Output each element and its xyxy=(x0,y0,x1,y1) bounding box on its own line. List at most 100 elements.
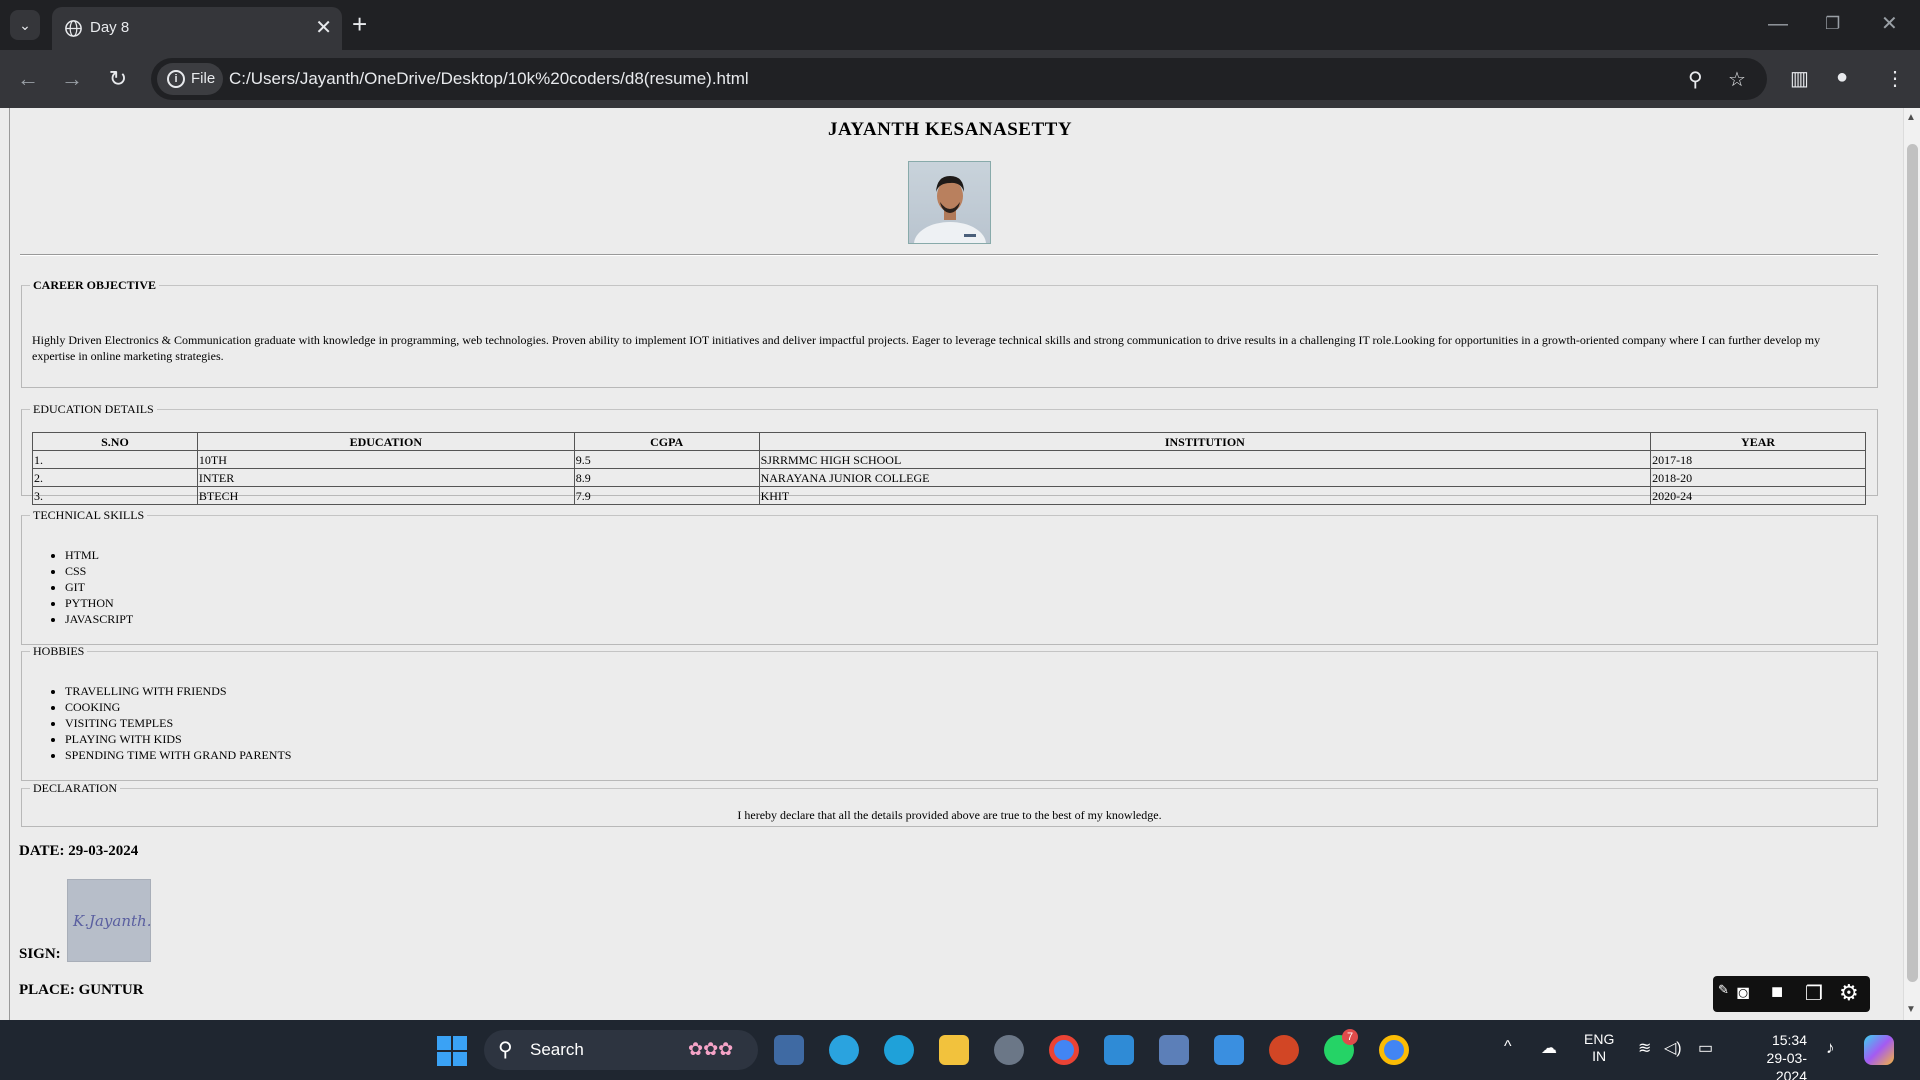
page-viewport: JAYANTH KESANASETTY CAREER OBJECTIVE Hig… xyxy=(0,108,1920,1020)
info-icon: i xyxy=(167,70,185,88)
table-cell: 2. xyxy=(32,468,198,487)
education-header-row: S.NO EDUCATION CGPA INSTITUTION YEAR xyxy=(32,432,1866,451)
star-icon[interactable]: ☆ xyxy=(1728,67,1746,92)
scroll-thumb[interactable] xyxy=(1907,144,1918,982)
page-scrollbar[interactable]: ▲ ▼ xyxy=(1903,108,1920,1020)
windows-taskbar: ⚲ Search ✿✿✿ 7 ^ ☁ ENG IN ≋ ◁) ▭ 15:34 2… xyxy=(0,1020,1920,1080)
scroll-up-icon[interactable]: ▲ xyxy=(1906,112,1916,123)
tray-chevron-icon[interactable]: ^ xyxy=(1504,1038,1512,1056)
column-header: INSTITUTION xyxy=(758,432,1652,451)
table-cell: 2020-24 xyxy=(1650,486,1866,505)
table-cell: 8.9 xyxy=(573,468,760,487)
settings-gear-icon[interactable]: ⚙ xyxy=(1839,980,1859,1006)
table-cell: 2017-18 xyxy=(1650,450,1866,469)
vscode-icon[interactable] xyxy=(1104,1035,1134,1065)
snipping-tool-icon[interactable] xyxy=(774,1035,804,1065)
table-cell: NARAYANA JUNIOR COLLEGE xyxy=(758,468,1652,487)
technical-skills-section: TECHNICAL SKILLS HTML CSS GIT PYTHON JAV… xyxy=(21,508,1878,645)
url-text[interactable]: C:/Users/Jayanth/OneDrive/Desktop/10k%20… xyxy=(229,69,749,89)
browser-tab-bar: ⌄ Day 8 ✕ + — ❐ ✕ xyxy=(0,0,1920,50)
wifi-icon[interactable]: ≋ xyxy=(1638,1038,1651,1058)
tab-search-button[interactable]: ⌄ xyxy=(10,10,40,40)
place-label: PLACE: GUNTUR xyxy=(19,982,144,998)
tab-close-icon[interactable]: ✕ xyxy=(315,16,332,40)
page-border xyxy=(9,108,10,1020)
menu-kebab-icon[interactable]: ⋮ xyxy=(1885,66,1905,91)
signature-text: K.Jayanth. xyxy=(72,912,151,930)
list-item: VISITING TEMPLES xyxy=(65,715,291,731)
education-table: S.NO EDUCATION CGPA INSTITUTION YEAR 1. … xyxy=(32,432,1866,505)
windows-start-icon[interactable] xyxy=(437,1036,467,1066)
video-icon[interactable]: ■ xyxy=(1771,981,1783,1004)
profile-icon[interactable]: ● xyxy=(1836,66,1848,89)
camera-icon[interactable]: ◙ xyxy=(1737,982,1749,1005)
table-cell: INTER xyxy=(196,468,575,487)
table-cell: SJRRMMC HIGH SCHOOL xyxy=(758,450,1652,469)
powerpoint-icon[interactable] xyxy=(1269,1035,1299,1065)
taskbar-search-box[interactable]: ⚲ Search ✿✿✿ xyxy=(484,1030,758,1070)
list-item: HTML xyxy=(65,547,133,563)
education-section: EDUCATION DETAILS S.NO EDUCATION CGPA IN… xyxy=(21,402,1878,505)
education-legend: EDUCATION DETAILS xyxy=(33,402,154,416)
column-header: S.NO xyxy=(32,432,198,451)
resume-name: JAYANTH KESANASETTY xyxy=(827,119,1073,140)
window-capture-icon[interactable]: ❐ xyxy=(1805,981,1823,1006)
table-row: 2. INTER 8.9 NARAYANA JUNIOR COLLEGE 201… xyxy=(32,468,1866,487)
zoom-icon[interactable]: ⚲ xyxy=(1688,67,1703,92)
battery-icon[interactable]: ▭ xyxy=(1698,1038,1713,1058)
list-item: GIT xyxy=(65,579,133,595)
side-panel-icon[interactable]: ▥ xyxy=(1790,66,1809,91)
career-objective-text: Highly Driven Electronics & Communicatio… xyxy=(32,333,1821,363)
settings-icon[interactable] xyxy=(994,1035,1024,1065)
language-indicator[interactable]: ENG IN xyxy=(1584,1031,1614,1065)
technical-skills-legend: TECHNICAL SKILLS xyxy=(33,508,145,522)
forward-arrow-icon[interactable]: → xyxy=(57,64,87,94)
notepad-icon[interactable] xyxy=(1214,1035,1244,1065)
table-cell: 7.9 xyxy=(573,486,760,505)
edge-icon[interactable] xyxy=(884,1035,914,1065)
career-objective-section: CAREER OBJECTIVE Highly Driven Electroni… xyxy=(21,278,1878,388)
clock-time: 15:34 xyxy=(1771,1032,1807,1048)
taskbar-search-label: Search xyxy=(530,1040,584,1059)
onedrive-icon[interactable]: ☁ xyxy=(1541,1038,1557,1058)
technical-skills-list: HTML CSS GIT PYTHON JAVASCRIPT xyxy=(65,547,133,627)
column-header: EDUCATION xyxy=(196,432,575,451)
table-cell: 1. xyxy=(32,450,198,469)
table-cell: 2018-20 xyxy=(1650,468,1866,487)
search-icon: ⚲ xyxy=(498,1039,513,1061)
hobbies-section: HOBBIES TRAVELLING WITH FRIENDS COOKING … xyxy=(21,644,1878,781)
globe-icon xyxy=(65,20,82,37)
list-item: PYTHON xyxy=(65,595,133,611)
chrome-icon[interactable] xyxy=(1049,1035,1079,1065)
list-item: PLAYING WITH KIDS xyxy=(65,731,291,747)
browser-tab-active[interactable]: Day 8 ✕ xyxy=(52,7,342,50)
chrome-profile-icon[interactable] xyxy=(1379,1035,1409,1065)
reload-icon[interactable]: ↻ xyxy=(103,64,133,94)
site-info-chip[interactable]: i File xyxy=(157,63,223,95)
copilot-icon[interactable] xyxy=(1864,1035,1894,1065)
language-bottom: IN xyxy=(1592,1048,1607,1064)
restore-icon[interactable]: ❐ xyxy=(1825,10,1840,38)
whatsapp-icon[interactable]: 7 xyxy=(1324,1029,1358,1065)
scroll-down-icon[interactable]: ▼ xyxy=(1906,1004,1916,1015)
tab-title: Day 8 xyxy=(90,19,130,36)
new-tab-button[interactable]: + xyxy=(352,11,367,37)
list-item: COOKING xyxy=(65,699,291,715)
file-explorer-icon[interactable] xyxy=(939,1035,969,1065)
volume-icon[interactable]: ◁) xyxy=(1664,1038,1682,1058)
address-bar[interactable]: i File C:/Users/Jayanth/OneDrive/Desktop… xyxy=(151,58,1767,100)
python-file-icon[interactable] xyxy=(1159,1035,1189,1065)
list-item: CSS xyxy=(65,563,133,579)
language-top: ENG xyxy=(1584,1031,1615,1047)
clock[interactable]: 15:34 29-03-2024 xyxy=(1737,1031,1807,1080)
declaration-legend: DECLARATION xyxy=(33,781,117,795)
pin-icon[interactable]: ✎ xyxy=(1718,982,1729,998)
minimize-icon[interactable]: — xyxy=(1768,10,1788,38)
close-window-icon[interactable]: ✕ xyxy=(1881,10,1898,38)
declaration-section: DECLARATION I hereby declare that all th… xyxy=(21,781,1878,827)
table-cell: KHIT xyxy=(758,486,1652,505)
profile-photo xyxy=(908,161,991,244)
notification-bell-icon[interactable]: ♪ xyxy=(1826,1038,1835,1058)
back-arrow-icon[interactable]: ← xyxy=(13,64,43,94)
telegram-icon[interactable] xyxy=(829,1035,859,1065)
